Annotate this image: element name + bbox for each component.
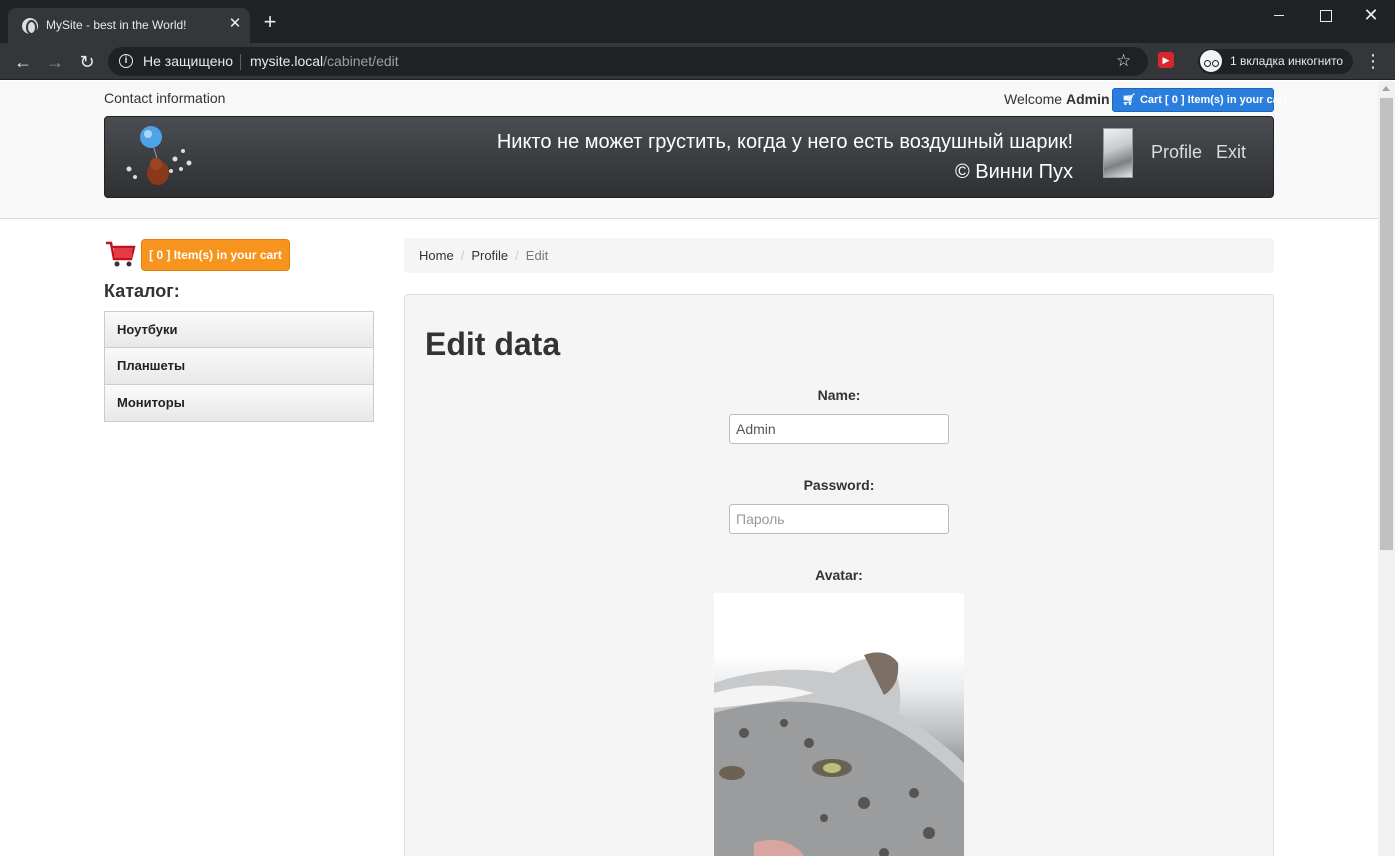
incognito-label: 1 вкладка инкогнито [1230, 54, 1344, 68]
quote-line-2: © Винни Пух [955, 161, 1073, 183]
header-cart-button[interactable]: 🛒︎ Cart [ 0 ] Item(s) in your cart [1112, 88, 1287, 112]
scrollbar-thumb[interactable] [1380, 98, 1393, 550]
nav-exit-link[interactable]: Exit [1216, 142, 1246, 163]
breadcrumb-current: Edit [525, 248, 549, 263]
breadcrumb: Home / Profile / Edit [404, 238, 1274, 273]
avatar-image [714, 593, 964, 856]
security-label: Не защищено [143, 53, 233, 69]
url-text[interactable]: mysite.local/cabinet/edit [250, 53, 399, 69]
reload-icon[interactable]: ↻ [76, 51, 98, 73]
extension-icon[interactable]: ▶ [1158, 52, 1174, 68]
breadcrumb-divider: / [460, 248, 465, 263]
bookmark-star-icon[interactable]: ☆ [1116, 51, 1131, 71]
page-viewport: Contact information Welcome Admin ! 🛒︎Ca… [0, 81, 1378, 856]
new-tab-button[interactable]: + [260, 11, 280, 33]
scroll-up-arrow-icon[interactable] [1382, 86, 1390, 91]
url-host: mysite.local [250, 53, 324, 69]
maximize-button[interactable] [1302, 0, 1348, 32]
shopping-cart-icon: 🛒︎ [1122, 94, 1136, 106]
incognito-icon [1200, 50, 1222, 72]
balloon-bear-logo [126, 126, 192, 185]
incognito-indicator[interactable]: 1 вкладка инкогнито [1198, 49, 1353, 74]
breadcrumb-divider: / [515, 248, 519, 263]
url-path: /cabinet/edit [323, 53, 399, 69]
window-close-button[interactable]: ✕ [1348, 0, 1394, 32]
back-arrow-icon[interactable]: ← [12, 51, 34, 73]
password-field[interactable] [729, 504, 949, 534]
page-scrollbar[interactable] [1378, 81, 1395, 856]
catalog-item-tablets[interactable]: Планшеты [104, 348, 374, 385]
browser-titlebar: MySite - best in the World! ✕ + ✕ [0, 0, 1395, 43]
quote-line-1: Никто не может грустить, когда у него ес… [496, 131, 1073, 153]
info-icon[interactable]: i [119, 54, 133, 68]
name-field[interactable] [729, 414, 949, 444]
red-cart-icon [106, 241, 136, 267]
password-label: Password: [803, 477, 875, 493]
contact-information-link[interactable]: Contact information [104, 90, 225, 106]
sidebar-cart-button[interactable]: [ 0 ] Item(s) in your cart [141, 239, 290, 271]
tab-title: MySite - best in the World! [46, 18, 187, 32]
minimize-button[interactable] [1256, 0, 1302, 32]
breadcrumb-home[interactable]: Home [419, 248, 454, 263]
header-cart-label: Cart [ 0 ] Item(s) in your cart [1139, 94, 1287, 106]
breadcrumb-profile[interactable]: Profile [471, 248, 508, 263]
address-bar[interactable]: i Не защищено mysite.local/cabinet/edit … [108, 47, 1148, 76]
catalog-item-monitors[interactable]: Мониторы [104, 385, 374, 422]
snow-leopard-picture [714, 652, 964, 856]
welcome-prefix: Welcome [1004, 91, 1066, 107]
welcome-user: Admin [1065, 91, 1110, 107]
browser-toolbar: ← → ↻ i Не защищено mysite.local/cabinet… [0, 43, 1395, 80]
catalog-list: Ноутбуки Планшеты Мониторы [104, 311, 374, 422]
site-navbar: Никто не может грустить, когда у него ес… [104, 116, 1274, 198]
navbar-avatar[interactable] [1103, 128, 1133, 178]
address-divider [240, 54, 241, 70]
globe-icon [22, 18, 38, 35]
menu-kebab-icon[interactable]: ⋮ [1364, 51, 1382, 71]
catalog-item-notebooks[interactable]: Ноутбуки [104, 311, 374, 348]
forward-arrow-icon[interactable]: → [44, 51, 66, 73]
tab-close-icon[interactable]: ✕ [226, 15, 244, 33]
avatar-label: Avatar: [815, 567, 863, 583]
browser-tab[interactable]: MySite - best in the World! ✕ [8, 8, 250, 43]
catalog-title: Каталог: [104, 281, 180, 301]
nav-profile-link[interactable]: Profile [1151, 142, 1202, 163]
welcome-text: Welcome Admin ! [1004, 91, 1117, 107]
name-label: Name: [817, 387, 861, 403]
page-title: Edit data [425, 326, 561, 362]
edit-panel: Edit data Name: Password: Avatar: [404, 294, 1274, 856]
